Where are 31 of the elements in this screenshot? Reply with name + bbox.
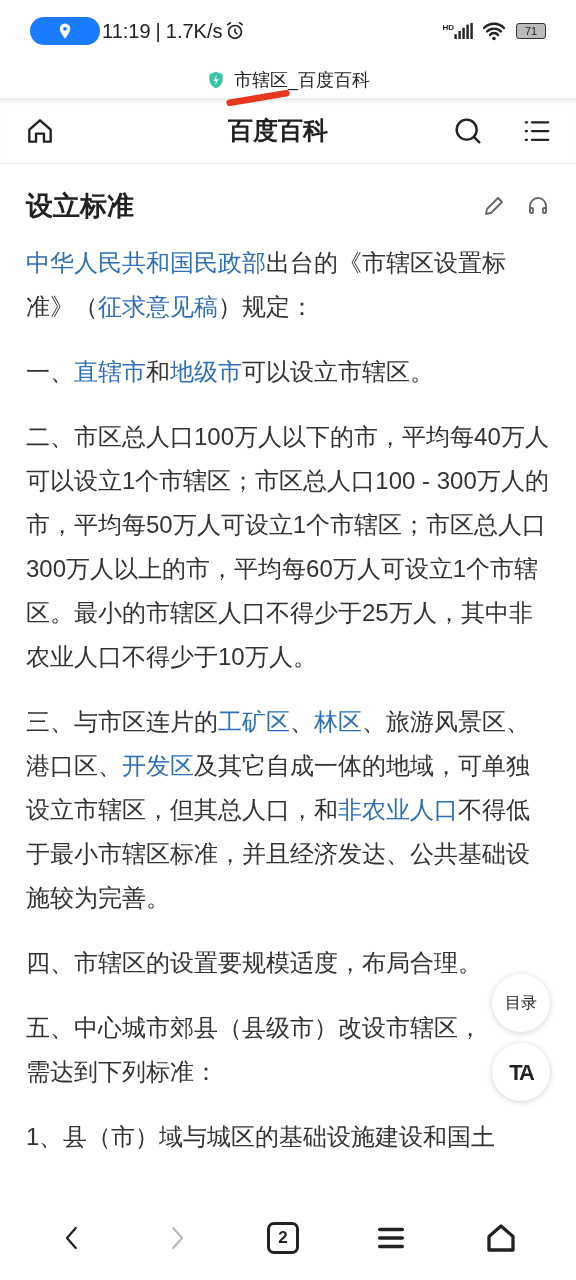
body-paragraph: 四、市辖区的设置要规模适度，布局合理。: [26, 947, 483, 978]
divider-text: |: [155, 19, 161, 44]
body-paragraph: 中华人民共和国民政部出台的《市辖区设置标准》（征求意见稿）规定：: [26, 247, 507, 322]
text-link[interactable]: 中华人民共和国民政部: [26, 248, 266, 276]
battery-icon: 71: [516, 23, 546, 39]
font-size-button[interactable]: TA: [492, 1043, 550, 1101]
body-paragraph: 五、中心城市郊县（县级市）改设市辖区，需达到下列标准：: [26, 1012, 483, 1087]
page-title: 市辖区_百度百科: [234, 68, 370, 93]
body-paragraph: 二、市区总人口100万人以下的市，平均每40万人可以设立1个市辖区；市区总人口100 - 300万人的市，平均每50万人可设立1个市辖区；市区总人口300万人以上的市，平均每60万人可设立1个市辖区。最小的市辖区人口不得少于25万人，其中非农业人口不得少于10万人。: [26, 421, 550, 672]
speed-text: 1.7K/s: [165, 19, 223, 44]
text-link[interactable]: 直辖市: [74, 357, 146, 385]
location-pill[interactable]: [30, 17, 100, 45]
body-paragraph: 三、与市区连片的工矿区、林区、旅游风景区、港口区、开发区及其它自成一体的地域，可单独设立市辖区，但其总人口，和非农业人口不得低于最小市辖区标准，并且经济发达、公共基础设施较为完善。: [26, 706, 531, 913]
shield-icon: [206, 70, 226, 90]
text-link[interactable]: 征求意见稿: [98, 292, 218, 320]
text-link[interactable]: 林区: [314, 707, 362, 735]
text-link[interactable]: 地级市: [170, 357, 242, 385]
network-text: HD: [442, 22, 454, 34]
body-paragraph: 一、直辖市和地级市可以设立市辖区。: [26, 356, 435, 387]
text-link[interactable]: 非农业人口: [338, 795, 458, 823]
tabs-button[interactable]: 2: [267, 1222, 299, 1254]
section-heading: 设立标准: [26, 190, 135, 223]
wifi-icon: [482, 21, 506, 41]
clock-text: 11:19: [102, 19, 151, 44]
signal-icon: [454, 23, 474, 39]
underline-mark: [226, 90, 292, 106]
toc-button[interactable]: 目录: [492, 974, 550, 1032]
text-link[interactable]: 开发区: [122, 751, 194, 779]
site-title: 百度百科: [227, 114, 329, 146]
text-link[interactable]: 工矿区: [218, 707, 290, 735]
body-paragraph: 1、县（市）域与城区的基础设施建设和国土: [26, 1121, 497, 1152]
